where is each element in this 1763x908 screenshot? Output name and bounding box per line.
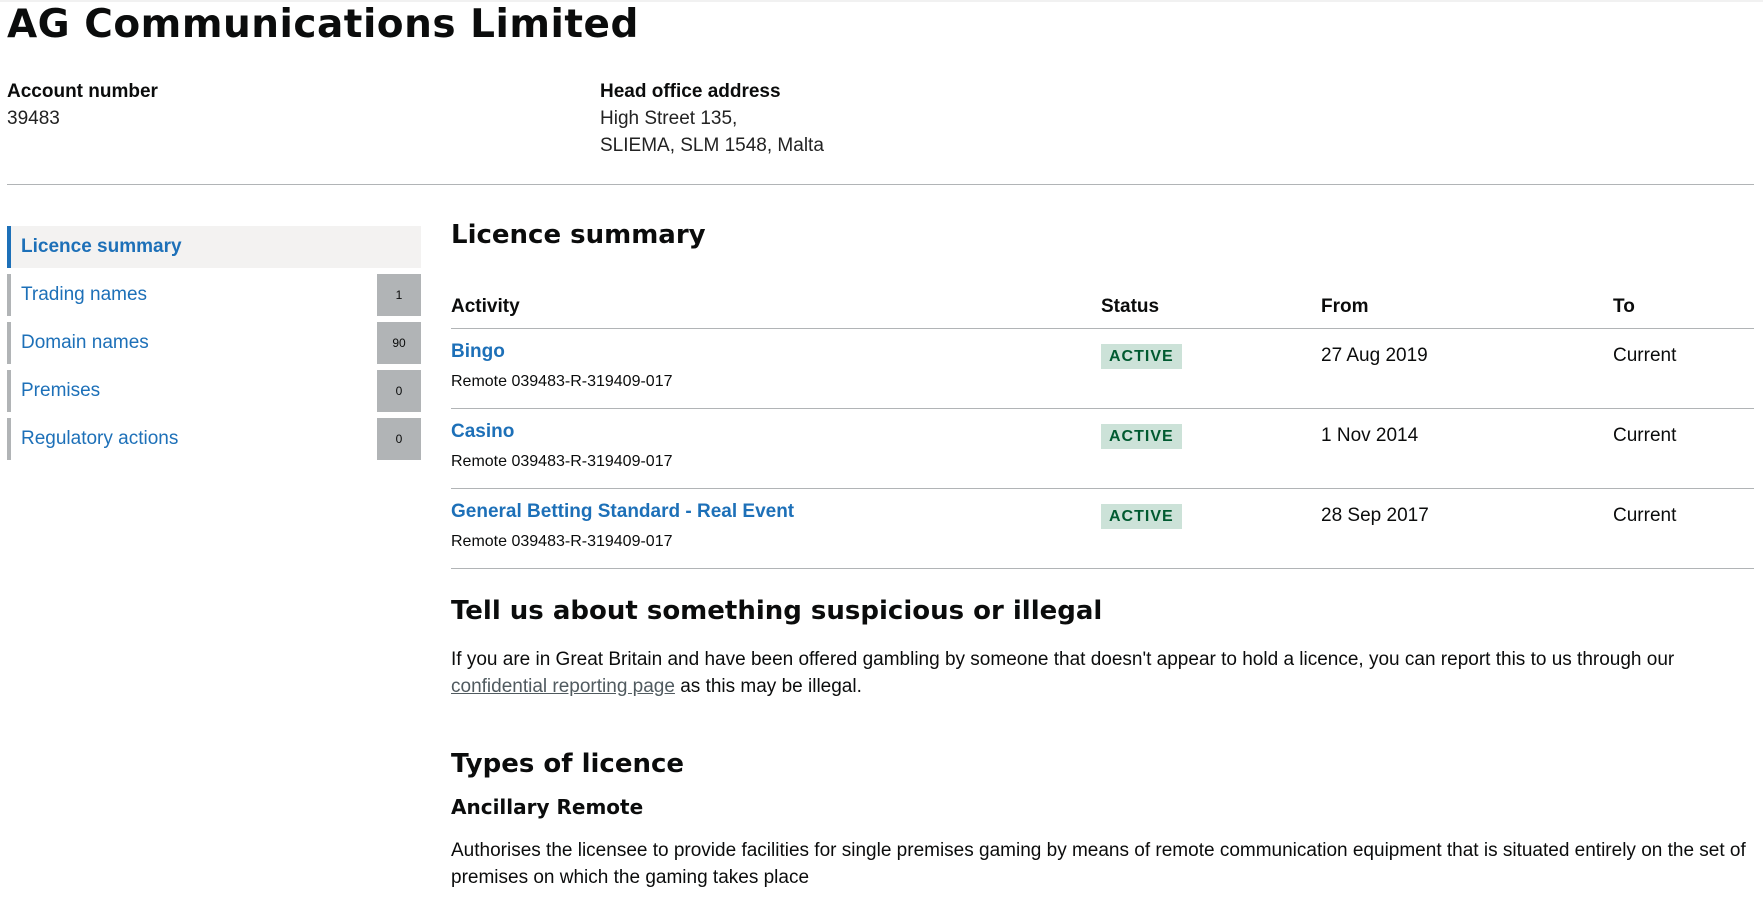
report-paragraph: If you are in Great Britain and have bee…: [451, 646, 1754, 700]
types-section: Types of licence Ancillary Remote Author…: [451, 749, 1754, 891]
sidebar-item-label: Trading names: [21, 284, 148, 305]
status-badge: ACTIVE: [1101, 344, 1182, 369]
sidebar-item-label: Regulatory actions: [21, 428, 179, 449]
to-date: Current: [1613, 425, 1677, 446]
sidebar-item-premises[interactable]: Premises 0: [7, 370, 421, 412]
column-header-to: To: [1613, 286, 1754, 329]
from-date: 27 Aug 2019: [1321, 345, 1428, 366]
table-row: General Betting Standard - Real Event Re…: [451, 488, 1754, 569]
licence-reference: Remote 039483-R-319409-017: [451, 533, 673, 550]
status-badge: ACTIVE: [1101, 424, 1182, 449]
count-badge: 1: [377, 274, 421, 316]
licence-table: Activity Status From To Bingo Remote 039…: [451, 286, 1754, 569]
sidebar-item-label: Premises: [21, 380, 101, 401]
company-name: AG Communications Limited: [7, 2, 639, 47]
account-number-label: Account number: [7, 81, 158, 102]
sidebar-item-label: Licence summary: [21, 236, 182, 257]
types-subheading: Ancillary Remote: [451, 795, 644, 819]
account-number-value: 39483: [7, 108, 60, 129]
column-header-activity: Activity: [451, 286, 1101, 329]
licence-reference: Remote 039483-R-319409-017: [451, 373, 673, 390]
header-divider: [7, 184, 1754, 185]
types-description: Authorises the licensee to provide facil…: [451, 840, 1746, 888]
column-header-from: From: [1321, 286, 1613, 329]
activity-link-general-betting[interactable]: General Betting Standard - Real Event: [451, 501, 1101, 523]
activity-link-bingo[interactable]: Bingo: [451, 341, 1101, 363]
from-date: 1 Nov 2014: [1321, 425, 1419, 446]
sidebar-nav: Licence summary Trading names 1 Domain n…: [7, 226, 421, 466]
status-badge: ACTIVE: [1101, 504, 1182, 529]
sidebar-item-trading-names[interactable]: Trading names 1: [7, 274, 421, 316]
from-date: 28 Sep 2017: [1321, 505, 1429, 526]
head-office-line2: SLIEMA, SLM 1548, Malta: [600, 135, 824, 156]
count-badge: 0: [377, 418, 421, 460]
to-date: Current: [1613, 345, 1677, 366]
sidebar-item-regulatory-actions[interactable]: Regulatory actions 0: [7, 418, 421, 460]
count-badge: 0: [377, 370, 421, 412]
activity-link-casino[interactable]: Casino: [451, 421, 1101, 443]
report-heading: Tell us about something suspicious or il…: [451, 596, 1103, 626]
report-text-after: as this may be illegal.: [680, 676, 862, 697]
head-office-line1: High Street 135,: [600, 108, 738, 129]
sidebar-item-label: Domain names: [21, 332, 149, 353]
licence-summary-heading: Licence summary: [451, 220, 706, 250]
licence-summary-section: Licence summary: [451, 220, 1754, 250]
head-office-label: Head office address: [600, 81, 781, 102]
count-badge: 90: [377, 322, 421, 364]
table-header-row: Activity Status From To: [451, 286, 1754, 329]
report-text-before: If you are in Great Britain and have bee…: [451, 649, 1675, 670]
licence-reference: Remote 039483-R-319409-017: [451, 453, 673, 470]
table-row: Bingo Remote 039483-R-319409-017 ACTIVE …: [451, 328, 1754, 409]
to-date: Current: [1613, 505, 1677, 526]
table-row: Casino Remote 039483-R-319409-017 ACTIVE…: [451, 408, 1754, 489]
report-section: Tell us about something suspicious or il…: [451, 596, 1754, 700]
sidebar-item-licence-summary[interactable]: Licence summary: [7, 226, 421, 268]
sidebar-item-domain-names[interactable]: Domain names 90: [7, 322, 421, 364]
confidential-reporting-link[interactable]: confidential reporting page: [451, 676, 675, 697]
column-header-status: Status: [1101, 286, 1321, 329]
types-heading: Types of licence: [451, 749, 685, 779]
